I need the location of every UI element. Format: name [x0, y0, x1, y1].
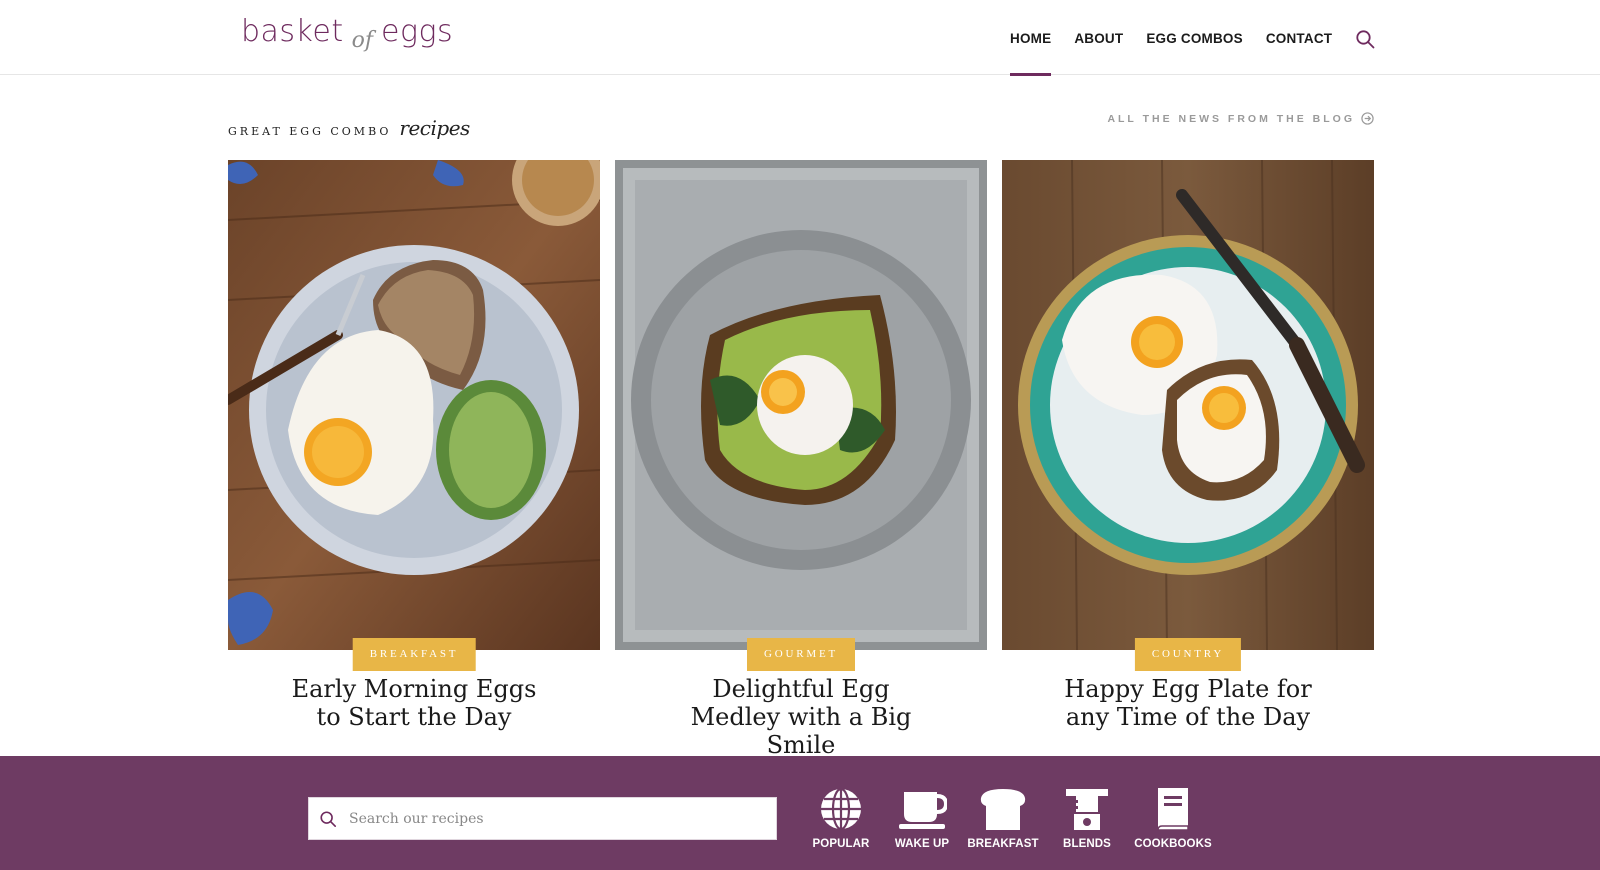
nav-egg-combos[interactable]: EGG COMBOS: [1146, 0, 1243, 75]
category-label: BREAKFAST: [967, 838, 1039, 850]
arrow-circle-right-icon: [1361, 112, 1374, 125]
eggs-on-toast-photo: [1002, 160, 1374, 650]
recipe-photo[interactable]: [1002, 160, 1374, 650]
category-badge[interactable]: COUNTRY: [1134, 638, 1242, 671]
blender-icon: [1066, 789, 1108, 830]
site-header: basket of eggs HOME ABOUT EGG COMBOS CON…: [0, 0, 1600, 76]
search-icon: [320, 810, 337, 827]
category-label: POPULAR: [812, 838, 870, 850]
coffee-cup-icon: [899, 792, 947, 829]
main-nav: HOME ABOUT EGG COMBOS CONTACT: [1010, 0, 1375, 76]
recipe-title[interactable]: Delightful Egg Medley with a Big Smile: [615, 675, 987, 759]
fried-egg-avocado-photo: [228, 160, 600, 650]
recipe-card[interactable]: BREAKFAST Early Morning Eggs to Start th…: [228, 160, 600, 731]
avocado-toast-photo: [615, 160, 987, 650]
recipe-card[interactable]: GOURMET Delightful Egg Medley with a Big…: [615, 160, 987, 759]
category-badge[interactable]: GOURMET: [747, 638, 855, 671]
category-label: WAKE UP: [894, 838, 950, 850]
category-label: COOKBOOKS: [1134, 838, 1212, 850]
nav-home[interactable]: HOME: [1010, 0, 1052, 76]
recipe-search-bar: POPULAR WAKE UP BREAKFAST BLENDS: [0, 756, 1600, 870]
category-label: BLENDS: [1063, 838, 1111, 850]
section-heading-caps: GREAT EGG COMBO: [228, 125, 392, 138]
section-heading: GREAT EGG COMBO recipes: [228, 116, 470, 140]
category-blends[interactable]: BLENDS: [1047, 786, 1127, 850]
logo-word-basket: basket: [241, 14, 344, 49]
category-popular[interactable]: POPULAR: [801, 786, 881, 850]
category-cookbooks[interactable]: COOKBOOKS: [1133, 786, 1213, 850]
nav-contact[interactable]: CONTACT: [1266, 0, 1332, 75]
nav-about[interactable]: ABOUT: [1074, 0, 1123, 75]
search-icon[interactable]: [1355, 29, 1375, 49]
recipe-title[interactable]: Early Morning Eggs to Start the Day: [228, 675, 600, 731]
category-badge[interactable]: BREAKFAST: [352, 638, 476, 671]
globe-icon: [821, 787, 861, 831]
recipe-title[interactable]: Happy Egg Plate for any Time of the Day: [1002, 675, 1374, 731]
category-breakfast[interactable]: BREAKFAST: [963, 786, 1043, 850]
recipe-card[interactable]: COUNTRY Happy Egg Plate for any Time of …: [1002, 160, 1374, 731]
recipe-photo[interactable]: [615, 160, 987, 650]
recipe-search-box[interactable]: [308, 797, 777, 840]
book-icon: [1157, 788, 1189, 831]
section-heading-script: recipes: [399, 116, 470, 140]
blog-link[interactable]: ALL THE NEWS FROM THE BLOG: [1107, 112, 1374, 125]
recipe-search-input[interactable]: [349, 810, 749, 827]
category-wake-up[interactable]: WAKE UP: [882, 786, 962, 850]
site-logo[interactable]: basket of eggs: [241, 14, 454, 53]
recipe-photo[interactable]: [228, 160, 600, 650]
blog-link-label: ALL THE NEWS FROM THE BLOG: [1107, 112, 1355, 125]
bread-icon: [980, 789, 1026, 830]
logo-word-eggs: eggs: [380, 14, 454, 49]
logo-word-of: of: [351, 28, 373, 53]
